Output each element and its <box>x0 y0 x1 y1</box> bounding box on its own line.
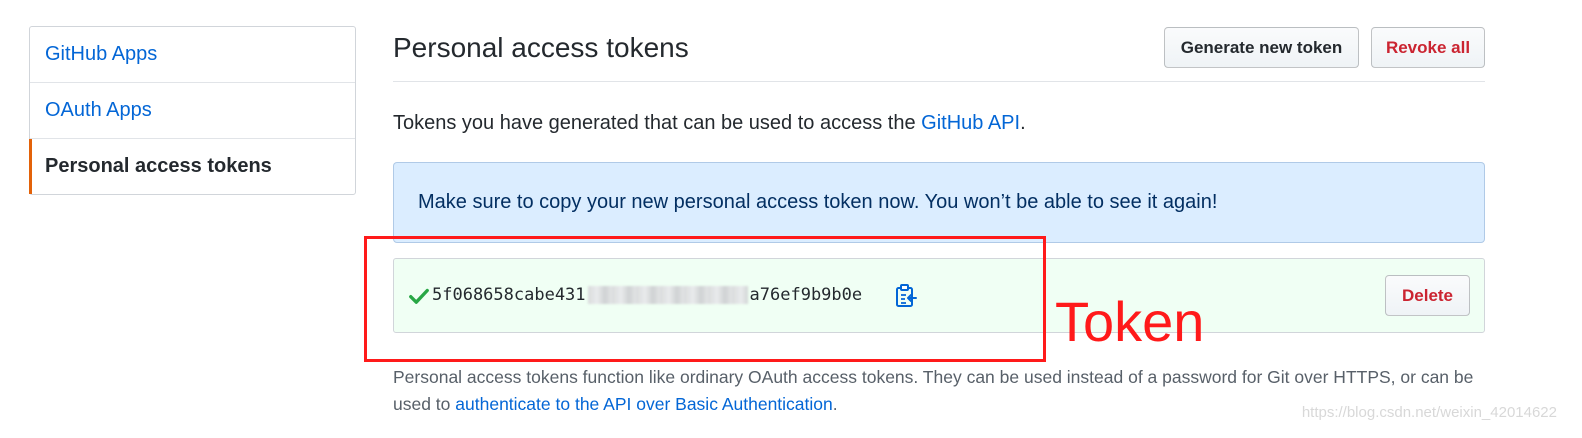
sidebar-item-github-apps[interactable]: GitHub Apps <box>30 27 355 83</box>
sidebar-item-personal-access-tokens[interactable]: Personal access tokens <box>29 139 355 194</box>
sidebar-item-oauth-apps[interactable]: OAuth Apps <box>30 83 355 139</box>
github-api-link[interactable]: GitHub API <box>921 112 1020 134</box>
copy-token-notice: Make sure to copy your new personal acce… <box>393 162 1485 243</box>
header-divider <box>393 81 1485 82</box>
copy-token-notice-text: Make sure to copy your new personal acce… <box>418 191 1218 213</box>
token-highlight-box <box>364 236 1046 362</box>
tokens-description: Tokens you have generated that can be us… <box>393 112 1026 135</box>
revoke-all-button[interactable]: Revoke all <box>1371 27 1485 68</box>
settings-sidebar: GitHub Apps OAuth Apps Personal access t… <box>29 26 356 195</box>
generate-new-token-button[interactable]: Generate new token <box>1164 27 1359 68</box>
tokens-description-suffix: . <box>1020 112 1026 134</box>
watermark: https://blog.csdn.net/weixin_42014622 <box>1301 404 1557 421</box>
token-annotation-label: Token <box>1055 290 1205 353</box>
basic-auth-link[interactable]: authenticate to the API over Basic Authe… <box>455 394 832 414</box>
delete-token-button[interactable]: Delete <box>1385 275 1470 316</box>
tokens-footnote-suffix: . <box>832 394 838 414</box>
tokens-description-text: Tokens you have generated that can be us… <box>393 112 922 134</box>
page-title: Personal access tokens <box>393 32 689 63</box>
